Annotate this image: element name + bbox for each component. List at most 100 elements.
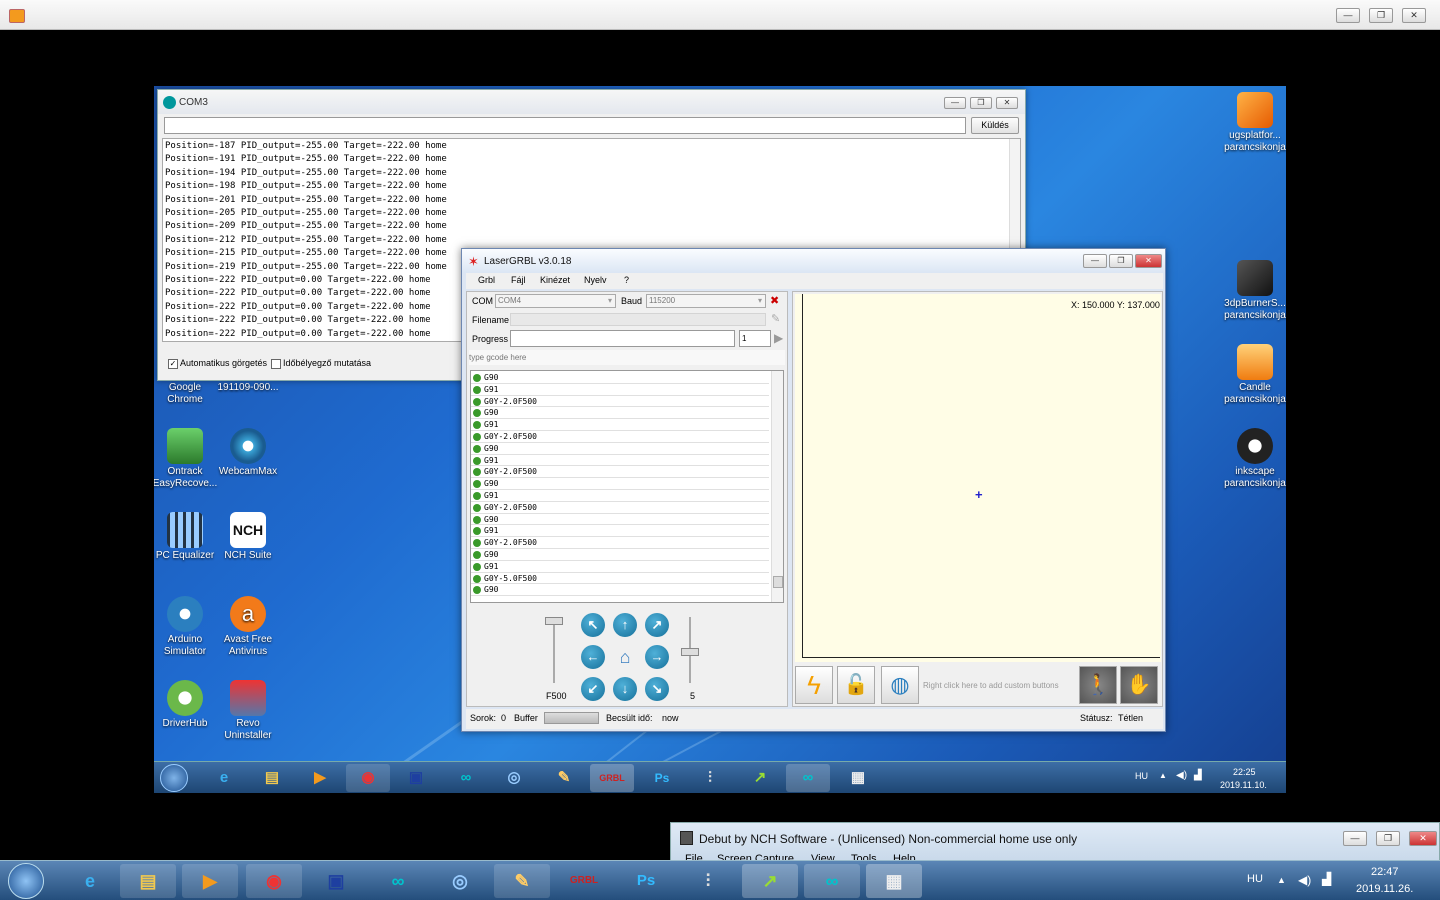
- gcode-line[interactable]: G90: [471, 514, 769, 526]
- jog-down-left-button[interactable]: ↙: [581, 677, 605, 701]
- globe-button[interactable]: ◍: [881, 666, 919, 704]
- taskbar-mixer-icon[interactable]: ⫶: [680, 864, 736, 898]
- serial-minimize-button[interactable]: —: [944, 97, 966, 109]
- desktop-icon-3dpburner[interactable]: 3dpBurnerS... parancsikonja: [1220, 260, 1286, 322]
- remote-lang-indicator[interactable]: HU: [1135, 771, 1148, 781]
- remote-chart-icon[interactable]: ↗: [738, 764, 782, 792]
- gcode-line[interactable]: G91: [471, 419, 769, 431]
- remote-explorer-icon[interactable]: ▤: [250, 764, 294, 792]
- desktop-icon-driverhub[interactable]: DriverHub: [154, 680, 220, 730]
- taskbar-arduino2-icon[interactable]: ∞: [804, 864, 860, 898]
- remote-arduino-icon[interactable]: ∞: [444, 764, 488, 792]
- remote-save-icon[interactable]: ▣: [394, 764, 438, 792]
- jog-down-button[interactable]: ↓: [613, 677, 637, 701]
- remote-clock-date[interactable]: 2019.11.10.: [1220, 780, 1267, 790]
- gcode-line[interactable]: G90: [471, 443, 769, 455]
- remote-arduino2-icon[interactable]: ∞: [786, 764, 830, 792]
- autoscroll-checkbox[interactable]: ✓: [168, 359, 178, 369]
- remote-mixer-icon[interactable]: ⫶: [688, 764, 732, 792]
- gcode-list[interactable]: G90 G91 G0Y-2.0F500 G90 G91 G0Y-2.0F500 G90 G91…: [470, 370, 784, 603]
- gcode-input[interactable]: [469, 350, 785, 365]
- gcode-line[interactable]: G0Y-2.0F500: [471, 466, 769, 479]
- desktop-icon-candle[interactable]: Candle parancsikonja: [1220, 344, 1286, 406]
- tray-arrow-icon[interactable]: ▲: [1277, 875, 1286, 885]
- unlock-button[interactable]: 🔓: [837, 666, 875, 704]
- menu-language[interactable]: Nyelv: [584, 275, 607, 285]
- desktop-icon-arduino-simulator[interactable]: Arduino Simulator: [154, 596, 220, 658]
- remote-tray-arrow-icon[interactable]: ▲: [1159, 771, 1167, 780]
- jog-down-right-button[interactable]: ↘: [645, 677, 669, 701]
- gcode-line[interactable]: G90: [471, 407, 769, 420]
- open-file-icon[interactable]: ✎: [771, 312, 780, 325]
- gcode-line[interactable]: G91: [471, 384, 769, 396]
- copies-stepper[interactable]: 1: [739, 330, 771, 347]
- remote-clock-time[interactable]: 22:25: [1233, 767, 1256, 777]
- taskbar-chart-icon[interactable]: ↗: [742, 864, 798, 898]
- desktop-icon-nch-suite[interactable]: NCH NCH Suite: [213, 512, 283, 562]
- taskbar-media-icon[interactable]: ▶: [182, 864, 238, 898]
- jog-up-left-button[interactable]: ↖: [581, 613, 605, 637]
- timestamp-checkbox[interactable]: [271, 359, 281, 369]
- speed-slider-thumb[interactable]: [545, 617, 563, 625]
- debut-maximize-button[interactable]: ❐: [1376, 831, 1400, 846]
- debut-close-button[interactable]: ✕: [1409, 831, 1437, 846]
- remote-ie-icon[interactable]: e: [202, 764, 246, 792]
- player-close-button[interactable]: ✕: [1402, 8, 1426, 23]
- remote-chrome-icon[interactable]: ◉: [346, 764, 390, 792]
- start-button[interactable]: [8, 863, 44, 899]
- laser-fire-button[interactable]: ϟ: [795, 666, 833, 704]
- jog-right-button[interactable]: →: [645, 645, 669, 669]
- volume-icon[interactable]: ◀): [1298, 873, 1311, 887]
- desktop-icon-webcammax[interactable]: WebcamMax: [213, 428, 283, 478]
- lasergrbl-close-button[interactable]: ✕: [1135, 254, 1162, 268]
- clock-date[interactable]: 2019.11.26.: [1356, 883, 1413, 895]
- gcode-line[interactable]: G90: [471, 478, 769, 490]
- gcode-line[interactable]: G91: [471, 561, 769, 573]
- menu-view[interactable]: Kinézet: [540, 275, 570, 285]
- lasergrbl-maximize-button[interactable]: ❐: [1109, 254, 1133, 268]
- desktop-icon-inkscape[interactable]: inkscape parancsikonja: [1220, 428, 1286, 490]
- remote-network-icon[interactable]: ▟: [1194, 770, 1202, 781]
- filename-field[interactable]: [510, 313, 766, 326]
- taskbar-chrome-icon[interactable]: ◉: [246, 864, 302, 898]
- gcode-line[interactable]: G90: [471, 372, 769, 384]
- step-slider-thumb[interactable]: [681, 648, 699, 656]
- send-button[interactable]: Küldés: [971, 117, 1019, 134]
- menu-help[interactable]: ?: [624, 275, 629, 285]
- stop-hand-button[interactable]: ✋: [1120, 666, 1158, 704]
- gcode-line[interactable]: G90: [471, 549, 769, 561]
- remote-photoshop-icon[interactable]: Ps: [640, 764, 684, 792]
- gcode-line[interactable]: G90: [471, 584, 769, 597]
- gcode-line[interactable]: G91: [471, 455, 769, 467]
- taskbar-grbl-icon[interactable]: GRBL: [556, 864, 612, 898]
- remote-media-icon[interactable]: ▶: [298, 764, 342, 792]
- gcode-line[interactable]: G0Y-5.0F500: [471, 573, 769, 585]
- gcode-line[interactable]: G91: [471, 490, 769, 502]
- menu-grbl[interactable]: Grbl: [478, 275, 495, 285]
- taskbar-webcam-icon[interactable]: ◎: [432, 864, 488, 898]
- taskbar-debut-icon[interactable]: ▦: [866, 864, 922, 898]
- taskbar-arduino-icon[interactable]: ∞: [370, 864, 426, 898]
- gcode-scroll-thumb[interactable]: [773, 576, 783, 588]
- taskbar-save-icon[interactable]: ▣: [308, 864, 364, 898]
- serial-close-button[interactable]: ✕: [996, 97, 1018, 109]
- desktop-icon-avast[interactable]: a Avast Free Antivirus: [213, 596, 283, 658]
- gcode-line[interactable]: G0Y-2.0F500: [471, 431, 769, 443]
- desktop-icon-ugsplatform[interactable]: ugsplatfor... parancsikonja: [1220, 92, 1286, 154]
- jog-left-button[interactable]: ←: [581, 645, 605, 669]
- com-select[interactable]: COM4 ▾: [495, 294, 616, 308]
- taskbar-paint-icon[interactable]: ✎: [494, 864, 550, 898]
- debut-minimize-button[interactable]: —: [1343, 831, 1367, 846]
- remote-paint-icon[interactable]: ✎: [542, 764, 586, 792]
- remote-start-button[interactable]: [160, 764, 188, 792]
- jog-up-right-button[interactable]: ↗: [645, 613, 669, 637]
- taskbar-ie-icon[interactable]: e: [62, 864, 118, 898]
- clock-time[interactable]: 22:47: [1371, 866, 1399, 878]
- player-maximize-button[interactable]: ❐: [1369, 8, 1393, 23]
- desktop-icon-file[interactable]: 191109-090...: [213, 382, 283, 394]
- menu-file[interactable]: Fájl: [511, 275, 526, 285]
- remote-grbl-icon[interactable]: GRBL: [590, 764, 634, 792]
- desktop-icon-ontrack[interactable]: Ontrack EasyRecove...: [154, 428, 220, 490]
- jog-up-button[interactable]: ↑: [613, 613, 637, 637]
- gcode-line[interactable]: G0Y-2.0F500: [471, 502, 769, 514]
